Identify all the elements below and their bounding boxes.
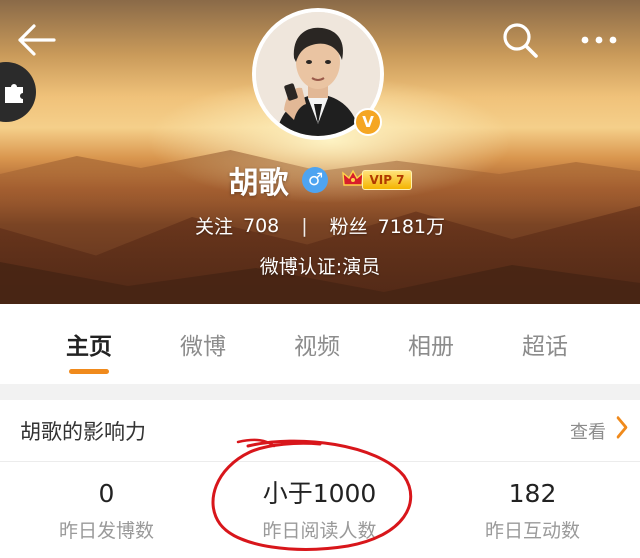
fans-label[interactable]: 粉丝 (330, 212, 368, 239)
metric-label: 昨日发博数 (58, 519, 154, 542)
follow-count[interactable]: 708 (243, 215, 279, 237)
verification-text: 微博认证:演员 (259, 256, 381, 278)
chevron-right-icon (616, 415, 628, 446)
view-more-label: 查看 (570, 422, 606, 443)
view-more-link[interactable]: 查看 (570, 415, 628, 446)
follow-label[interactable]: 关注 (195, 212, 233, 239)
tab-supertopic[interactable]: 超话 (488, 304, 602, 384)
influence-title: 胡歌的影响力 (20, 420, 146, 444)
tab-weibo[interactable]: 微博 (146, 304, 260, 384)
vip-level: VIP 7 (362, 170, 412, 190)
crown-icon (342, 168, 365, 192)
verified-v-icon: V (354, 108, 382, 136)
metric-value: 182 (508, 478, 557, 508)
more-dots-icon[interactable] (578, 22, 620, 58)
follow-stats: 关注 708 | 粉丝 7181万 (0, 212, 640, 239)
influence-card: 胡歌的影响力 查看 0 昨日发博数 小于1000 昨日阅读人数 182 昨日互动… (0, 400, 640, 558)
profile-tabs: 主页 微博 视频 相册 超话 (0, 304, 640, 384)
name-row: 胡歌 ♂ VIP 7 (0, 158, 640, 202)
metric-readers[interactable]: 小于1000 昨日阅读人数 (213, 462, 426, 558)
tab-album[interactable]: 相册 (374, 304, 488, 384)
vip-badge[interactable]: VIP 7 (342, 168, 412, 192)
stats-separator: | (301, 214, 308, 237)
influence-metrics: 0 昨日发博数 小于1000 昨日阅读人数 182 昨日互动数 (0, 462, 640, 558)
puzzle-icon[interactable] (0, 62, 36, 122)
fans-count[interactable]: 7181万 (378, 212, 445, 239)
metric-value: 小于1000 (262, 478, 377, 508)
male-icon: ♂ (302, 167, 329, 193)
influence-card-header: 胡歌的影响力 查看 (0, 400, 640, 462)
tab-home[interactable]: 主页 (32, 304, 146, 384)
metric-label: 昨日阅读人数 (262, 519, 377, 542)
tab-video[interactable]: 视频 (260, 304, 374, 384)
profile-name: 胡歌 (228, 166, 289, 201)
search-icon[interactable] (500, 20, 540, 60)
back-arrow-icon[interactable] (16, 22, 56, 58)
metric-interactions[interactable]: 182 昨日互动数 (426, 462, 639, 558)
metric-label: 昨日互动数 (484, 519, 580, 542)
metric-value: 0 (98, 478, 115, 508)
metric-posts[interactable]: 0 昨日发博数 (0, 462, 213, 558)
profile-header: V 胡歌 ♂ VIP 7 关注 708 | 粉丝 7181万 微博认证:演员 (0, 0, 640, 304)
